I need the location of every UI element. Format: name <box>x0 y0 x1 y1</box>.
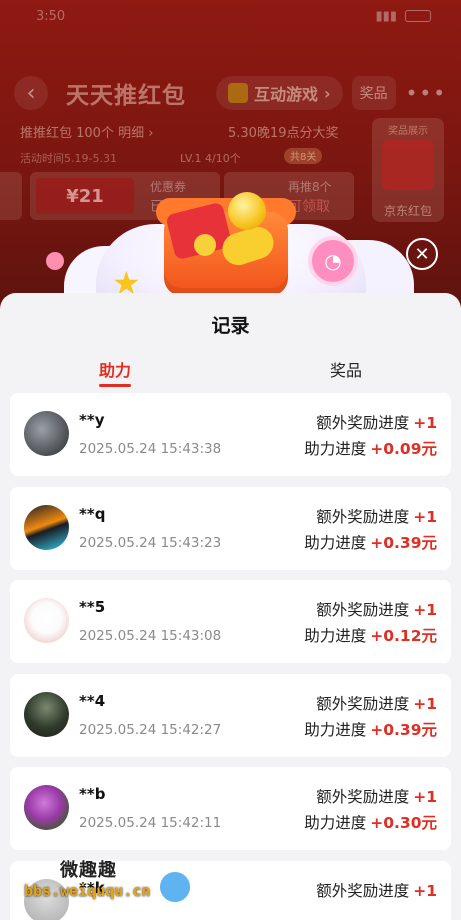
help-progress: 助力进度 +0.30元 <box>304 814 437 832</box>
prize-button[interactable]: 奖品 <box>351 76 396 110</box>
list-item: **q 2025.05.24 15:43:23 额外奖励进度 +1 助力进度 +0.… <box>10 486 451 570</box>
record-time: 2025.05.24 15:43:38 <box>79 441 222 457</box>
tab-bar: 助力 奖品 <box>0 357 461 387</box>
extra-progress: 额外奖励进度 +1 <box>316 694 437 713</box>
coupon-label: 优惠券 <box>150 180 187 194</box>
more-icon[interactable]: ••• <box>406 81 447 105</box>
avatar <box>24 598 69 643</box>
top-nav: ‹ 天天推红包 互动游戏 › 奖品 ••• <box>14 76 447 110</box>
gold-ball-illustration <box>194 234 216 256</box>
signal-icon: ▮▮▮ <box>375 8 397 24</box>
status-bar: 3:50 ▮▮▮ <box>36 6 431 26</box>
watermark-mascot-icon <box>158 870 192 904</box>
showcase-prize-name: 京东红包 <box>383 204 432 218</box>
chevron-right-icon: › <box>324 83 331 103</box>
prize-time-text: 5.30晚19点分大奖 <box>228 126 339 141</box>
battery-icon <box>405 10 431 22</box>
page-title: 天天推红包 <box>66 83 186 109</box>
back-button[interactable]: ‹ <box>14 76 48 110</box>
record-time: 2025.05.24 15:43:23 <box>79 534 222 551</box>
list-item: **4 2025.05.24 15:42:27 额外奖励进度 +1 助力进度 +0.… <box>10 673 451 757</box>
tab-prize[interactable]: 奖品 <box>296 357 396 381</box>
activity-date: 活动时间5.19-5.31 <box>20 152 117 165</box>
sheet-title: 记录 <box>211 315 250 337</box>
status-icons: ▮▮▮ <box>376 9 431 24</box>
list-item: **b 2025.05.24 15:42:11 额外奖励进度 +1 助力进度 +0.… <box>10 767 451 850</box>
red-envelope-icon <box>382 140 434 190</box>
avatar <box>24 691 69 737</box>
bonus-text: 再推8个 <box>288 180 332 194</box>
help-progress: 助力进度 +0.39元 <box>304 720 437 739</box>
coin-illustration <box>228 192 266 230</box>
record-time: 2025.05.24 15:43:08 <box>79 628 222 644</box>
help-progress: 助力进度 +0.12元 <box>304 627 437 645</box>
pink-ball-decoration <box>46 252 64 270</box>
avatar <box>24 411 69 456</box>
close-button[interactable]: ✕ <box>406 238 438 270</box>
chevron-left-icon: ‹ <box>26 80 36 106</box>
record-time: 2025.05.24 15:42:11 <box>79 815 222 831</box>
records-list: **y 2025.05.24 15:43:38 额外奖励进度 +1 助力进度 +0.… <box>10 393 451 920</box>
watermark: 微趣趣 bbs.weiququ.cn <box>24 856 224 906</box>
help-progress: 助力进度 +0.09元 <box>304 440 437 458</box>
user-name: **q <box>79 504 106 523</box>
user-name: **b <box>79 785 106 803</box>
game-label: 互动游戏 <box>254 85 319 104</box>
watermark-url: bbs.weiququ.cn <box>24 882 151 900</box>
extra-progress: 额外奖励进度 +1 <box>316 601 437 619</box>
interactive-game-button[interactable]: 互动游戏 › <box>216 76 343 110</box>
left-card-stub <box>0 172 22 220</box>
extra-progress: 额外奖励进度 +1 <box>316 788 437 806</box>
list-item: **5 2025.05.24 15:43:08 额外奖励进度 +1 助力进度 +0.… <box>10 580 451 663</box>
extra-progress: 额外奖励进度 +1 <box>316 881 437 900</box>
help-progress: 助力进度 +0.39元 <box>304 533 437 552</box>
showcase-label: 奖品展示 <box>388 126 428 137</box>
extra-progress: 额外奖励进度 +1 <box>316 507 437 526</box>
extra-progress: 额外奖励进度 +1 <box>316 414 437 432</box>
prize-showcase-card[interactable]: 奖品展示 京东红包 <box>372 118 444 222</box>
list-item: **y 2025.05.24 15:43:38 额外奖励进度 +1 助力进度 +0.… <box>10 393 451 476</box>
coupon-amount: ¥21 <box>36 178 134 214</box>
level-progress: LV.1 4/10个 <box>180 152 241 165</box>
user-name: **y <box>79 411 105 429</box>
status-time: 3:50 <box>36 8 66 24</box>
watermark-title: 微趣趣 <box>60 860 117 881</box>
record-time: 2025.05.24 15:42:27 <box>79 721 222 738</box>
user-name: **4 <box>79 691 106 710</box>
game-icon <box>228 83 248 103</box>
avatar <box>24 785 69 830</box>
clock-icon: ◔ <box>308 236 358 286</box>
tab-help[interactable]: 助力 <box>65 357 165 387</box>
close-icon: ✕ <box>414 243 430 265</box>
envelope-count[interactable]: 推推红包 100个 明细 › <box>20 122 153 141</box>
user-name: **5 <box>79 598 106 616</box>
avatar <box>24 504 69 550</box>
level-badge: 共8关 <box>284 148 323 164</box>
records-sheet: 记录 助力 奖品 **y 2025.05.24 15:43:38 额外奖励进度 +… <box>0 293 461 920</box>
